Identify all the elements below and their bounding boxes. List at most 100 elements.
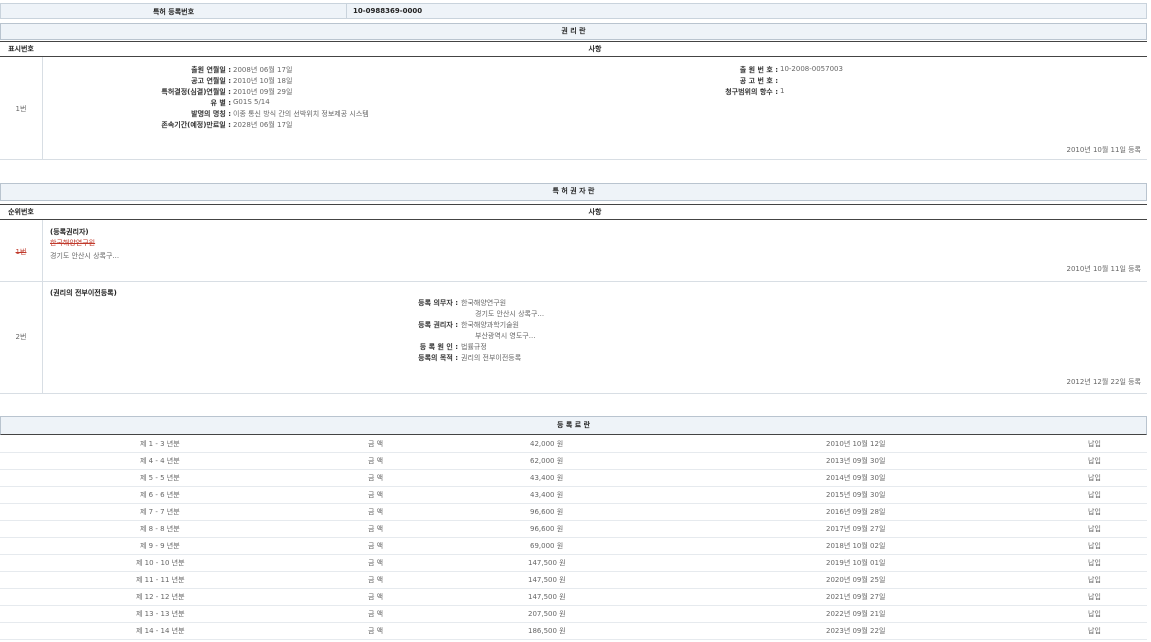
fee-label: 금 액 (368, 558, 383, 568)
fee-period: 제 6 - 6 년분 (140, 490, 180, 500)
holder-address-1: 경기도 안산시 상록구... (50, 251, 119, 261)
fee-status: 납입 (1088, 490, 1101, 500)
holders-bottom-line (0, 393, 1147, 394)
field-label: 출 원 번 호 : (740, 65, 778, 75)
rights-column-header: 표시번호 사항 (0, 41, 1147, 57)
fee-period: 제 12 - 12 년분 (136, 592, 185, 602)
fees-section-title: 등 록 료 란 (0, 416, 1147, 435)
holder-row-no-2: 2번 (0, 332, 42, 342)
fee-period: 제 9 - 9 년분 (140, 541, 180, 551)
holder-date-1: 2010년 10월 11일 등록 (1066, 264, 1141, 274)
field-value: 이종 통신 방식 간의 선박위치 정보제공 시스템 (233, 109, 369, 119)
field-value: 권리의 전부이전등록 (461, 353, 521, 363)
field-value: G01S 5/14 (233, 98, 270, 106)
field-label: 존속기간(예정)만료일 : (161, 120, 231, 130)
holders-col-no: 순위번호 (0, 205, 42, 219)
field-value: 한국해양연구원 (461, 298, 506, 308)
fee-label: 금 액 (368, 609, 383, 619)
field-value: 2010년 09월 29일 (233, 87, 292, 97)
fee-date: 2022년 09월 21일 (826, 609, 885, 619)
fee-period: 제 1 - 3 년분 (140, 439, 180, 449)
table-row: 제 6 - 6 년분금 액43,400 원2015년 09월 30일납입 (0, 487, 1147, 504)
fee-period: 제 8 - 8 년분 (140, 524, 180, 534)
fee-status: 납입 (1088, 609, 1101, 619)
field-label: 유 별 : (210, 98, 231, 108)
fee-date: 2020년 09월 25일 (826, 575, 885, 585)
rights-col-no: 표시번호 (0, 42, 42, 56)
fee-status: 납입 (1088, 558, 1101, 568)
fee-amount: 96,600 원 (530, 524, 563, 534)
fee-label: 금 액 (368, 592, 383, 602)
fee-amount: 69,000 원 (530, 541, 563, 551)
field-value: 법률규정 (461, 342, 487, 352)
fee-status: 납입 (1088, 507, 1101, 517)
table-row: 제 5 - 5 년분금 액43,400 원2014년 09월 30일납입 (0, 470, 1147, 487)
fee-date: 2023년 09월 22일 (826, 626, 885, 636)
registration-number: 10-0988369-0000 (353, 7, 422, 15)
table-row: 제 1 - 3 년분금 액42,000 원2010년 10월 12일납입 (0, 436, 1147, 453)
fee-amount: 43,400 원 (530, 473, 563, 483)
fee-status: 납입 (1088, 626, 1101, 636)
field-row: 등록 권리자 :한국해양과학기술원 (43, 320, 743, 331)
header-divider (346, 4, 347, 18)
field-row: 등록 의무자 :한국해양연구원 (43, 298, 743, 309)
fee-date: 2013년 09월 30일 (826, 456, 885, 466)
fee-amount: 147,500 원 (528, 558, 566, 568)
fee-label: 금 액 (368, 456, 383, 466)
holder-row-no-1: 1번 (0, 247, 42, 257)
field-value: 한국해양과학기술원 (461, 320, 519, 330)
fee-amount: 147,500 원 (528, 592, 566, 602)
field-value: 부산광역시 영도구... (475, 331, 535, 341)
field-label: 청구범위의 항수 : (725, 87, 778, 97)
fee-date: 2019년 10월 01일 (826, 558, 885, 568)
field-label: 특허결정(심결)연월일 : (161, 87, 231, 97)
fee-period: 제 5 - 5 년분 (140, 473, 180, 483)
fee-status: 납입 (1088, 473, 1101, 483)
fee-amount: 207,500 원 (528, 609, 566, 619)
fee-status: 납입 (1088, 456, 1101, 466)
fee-label: 금 액 (368, 524, 383, 534)
table-row: 제 11 - 11 년분금 액147,500 원2020년 09월 25일납입 (0, 572, 1147, 589)
table-row: 제 7 - 7 년분금 액96,600 원2016년 09월 28일납입 (0, 504, 1147, 521)
field-row: 유 별 :G01S 5/14 (43, 98, 743, 109)
fee-period: 제 14 - 14 년분 (136, 626, 185, 636)
fee-amount: 62,000 원 (530, 456, 563, 466)
holders-section-title: 특 허 권 자 란 (0, 183, 1147, 201)
field-label: 공고 연월일 : (191, 76, 231, 86)
fee-status: 납입 (1088, 575, 1101, 585)
rights-bottom-line (0, 159, 1147, 160)
field-value: 2010년 10월 18일 (233, 76, 292, 86)
fee-amount: 147,500 원 (528, 575, 566, 585)
fee-label: 금 액 (368, 507, 383, 517)
table-row: 제 12 - 12 년분금 액147,500 원2021년 09월 27일납입 (0, 589, 1147, 606)
holder-date-2: 2012년 12월 22일 등록 (1066, 377, 1141, 387)
table-row: 제 4 - 4 년분금 액62,000 원2013년 09월 30일납입 (0, 453, 1147, 470)
field-value: 10-2008-0057003 (780, 65, 843, 73)
field-value: 2008년 06월 17일 (233, 65, 292, 75)
rights-right-fields: 출 원 번 호 :10-2008-0057003 공 고 번 호 : 청구범위의… (600, 65, 1000, 98)
fee-period: 제 7 - 7 년분 (140, 507, 180, 517)
field-value: 경기도 안산시 상록구... (475, 309, 544, 319)
fee-label: 금 액 (368, 439, 383, 449)
fee-date: 2017년 09월 27일 (826, 524, 885, 534)
holder-name-1: 한국해양연구원 (50, 238, 95, 248)
table-row: 제 10 - 10 년분 금 액 147,500 원 2019년 10월 01일 납입 (0, 555, 1147, 572)
fee-label: 금 액 (368, 473, 383, 483)
fee-status: 납입 (1088, 592, 1101, 602)
fees-table: 제 1 - 3 년분금 액42,000 원2010년 10월 12일납입 제 4… (0, 436, 1147, 640)
field-label: 발명의 명칭 : (191, 109, 231, 119)
field-value: 1 (780, 87, 784, 95)
fee-amount: 43,400 원 (530, 490, 563, 500)
field-label: 등록 의무자 : (418, 298, 458, 308)
field-row: 등록의 목적 :권리의 전부이전등록 (43, 353, 743, 364)
field-row: 청구범위의 항수 :1 (600, 87, 1000, 98)
registration-header: 특허 등록번호 10-0988369-0000 (0, 3, 1147, 19)
field-row: 존속기간(예정)만료일 :2028년 06월 17일 (43, 120, 743, 131)
fee-label: 금 액 (368, 575, 383, 585)
field-row: 출 원 번 호 :10-2008-0057003 (600, 65, 1000, 76)
fee-period: 제 10 - 10 년분 (136, 558, 185, 568)
fee-status: 납입 (1088, 439, 1101, 449)
table-row: 제 9 - 9 년분금 액69,000 원2018년 10월 02일납입 (0, 538, 1147, 555)
fee-label: 금 액 (368, 490, 383, 500)
fee-date: 2016년 09월 28일 (826, 507, 885, 517)
